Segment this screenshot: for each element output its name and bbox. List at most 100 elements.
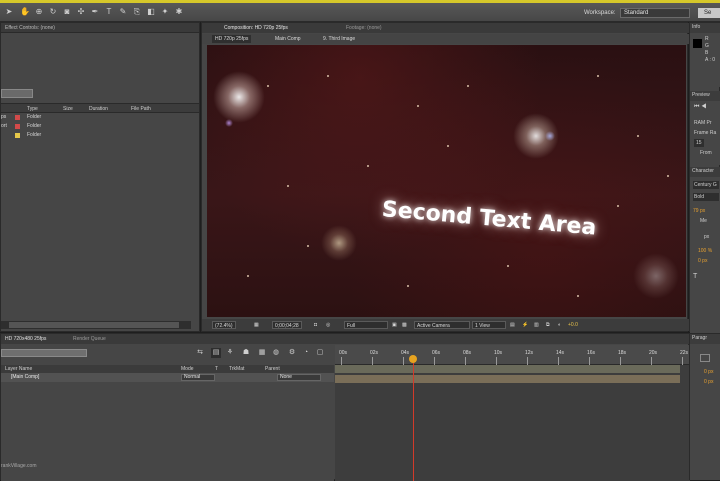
timeline-search-input[interactable] — [1, 349, 87, 357]
paragraph-panel: Paragr 0 px 0 px — [689, 333, 720, 480]
rotate-tool-icon[interactable]: ↻ — [48, 7, 58, 17]
composition-viewer[interactable]: Second Text Area — [207, 45, 686, 317]
column-t[interactable]: T — [215, 366, 218, 372]
column-file-path[interactable]: File Path — [131, 106, 151, 112]
magnification-select[interactable]: (72.4%) — [212, 321, 236, 329]
exposure-icon[interactable]: ◐ — [558, 322, 561, 328]
graph-editor-icon[interactable]: ◔ — [301, 348, 311, 358]
view-layout-select[interactable]: 1 View — [472, 321, 506, 329]
project-item[interactable]: Folder — [1, 131, 189, 140]
vertical-scale-value[interactable]: 100 % — [698, 247, 712, 255]
ruler-tick-label: 00s — [339, 350, 348, 356]
project-search-input[interactable] — [1, 89, 33, 98]
kerning-value[interactable]: Me — [700, 217, 707, 225]
effect-controls-tab[interactable]: Effect Controls: (none) — [1, 23, 199, 33]
resolution-select[interactable]: Full — [344, 321, 388, 329]
faux-bold-icon[interactable]: T — [693, 273, 697, 281]
toggle-pixel-aspect-icon[interactable]: ▤ — [510, 322, 515, 328]
tab-footage[interactable]: Footage: (none) — [346, 25, 382, 31]
project-scrollbar[interactable] — [1, 321, 191, 329]
auto-keyframe-icon[interactable]: ▢ — [315, 348, 325, 358]
project-item[interactable]: ps Folder — [1, 113, 189, 122]
preview-controls-icon[interactable]: ⏮ ◀ — [694, 103, 706, 111]
font-family-select[interactable]: Century G — [693, 181, 719, 189]
roto-tool-icon[interactable]: ✦ — [160, 7, 170, 17]
viewer-text-layer[interactable]: Second Text Area — [381, 197, 597, 241]
show-channel-icon[interactable]: ◎ — [326, 322, 330, 328]
brush-tool-icon[interactable]: ✎ — [118, 7, 128, 17]
text-tool-icon[interactable]: T — [104, 7, 114, 17]
draft-3d-icon[interactable]: ⚘ — [225, 348, 235, 358]
tab-character[interactable]: Character — [690, 167, 720, 177]
project-item[interactable]: ort Folder — [1, 122, 189, 131]
grid-icon[interactable]: ▦ — [254, 322, 259, 328]
comp-mini-flowchart-icon[interactable]: ⇆ — [195, 348, 205, 358]
frame-blending-icon[interactable]: ▦ — [257, 348, 267, 358]
transparency-grid-icon[interactable]: ▩ — [402, 322, 407, 328]
baseline-shift-value[interactable]: 0 px — [698, 257, 707, 265]
layer-mode-select[interactable]: Normal — [181, 374, 215, 381]
layer-name[interactable]: [Main Comp] — [11, 374, 39, 380]
tab-render-queue[interactable]: Render Queue — [73, 336, 106, 342]
timeline-layer-row[interactable]: [Main Comp] Normal None — [1, 373, 334, 382]
ruler-tick-label: 18s — [618, 350, 627, 356]
hide-shy-layers-icon[interactable]: ☗ — [241, 348, 251, 358]
live-update-icon[interactable]: ▤ — [211, 348, 221, 358]
work-area-bar[interactable] — [335, 365, 680, 373]
exposure-value[interactable]: +0.0 — [568, 322, 578, 328]
brainstorm-icon[interactable]: ⚙ — [287, 348, 297, 358]
eraser-tool-icon[interactable]: ◧ — [146, 7, 156, 17]
column-trkmat[interactable]: TrkMat — [229, 366, 244, 372]
column-duration[interactable]: Duration — [89, 106, 108, 112]
tab-preview[interactable]: Preview — [690, 91, 720, 101]
align-left-icon[interactable] — [700, 354, 710, 362]
tab-paragraph[interactable]: Paragr — [690, 334, 720, 344]
frame-rate-value[interactable]: 15 — [694, 139, 704, 147]
column-layer-name[interactable]: Layer Name — [5, 366, 32, 372]
playhead-handle[interactable] — [409, 355, 417, 363]
fast-previews-icon[interactable]: ⚡ — [522, 322, 528, 328]
column-mode[interactable]: Mode — [181, 366, 194, 372]
layer-parent-select[interactable]: None — [277, 374, 321, 381]
time-ruler[interactable]: 00s 02s 04s 06s 08s 10s 12s 14s 16s 18s 20s 22s — [335, 345, 690, 365]
motion-blur-icon[interactable]: ◍ — [271, 348, 281, 358]
clone-tool-icon[interactable]: ⎘ — [132, 7, 142, 17]
scrollbar-thumb[interactable] — [9, 322, 179, 328]
current-time-display[interactable]: 0;00;04;28 — [272, 321, 302, 329]
breadcrumb-item[interactable]: 9. Third Image — [320, 35, 358, 43]
layer-duration-bar[interactable] — [335, 375, 680, 383]
timeline-graph-area[interactable]: 00s 02s 04s 06s 08s 10s 12s 14s 16s 18s 20s 22s — [335, 345, 690, 481]
timeline-icon[interactable]: ▥ — [534, 322, 539, 328]
zoom-tool-icon[interactable]: ⊕ — [34, 7, 44, 17]
region-of-interest-icon[interactable]: ▣ — [392, 322, 397, 328]
stroke-width-value[interactable]: px — [704, 233, 709, 241]
composition-footer: (72.4%) ▦ 0;00;04;28 ◘ ◎ Full ▣ ▩ Active… — [202, 319, 689, 331]
camera-tool-icon[interactable]: ◙ — [62, 7, 72, 17]
pen-tool-icon[interactable]: ✒ — [90, 7, 100, 17]
flowchart-icon[interactable]: ⧉ — [546, 322, 550, 328]
watermark-text: rankVillage.com — [1, 463, 37, 469]
breadcrumb-item[interactable]: Main Comp — [272, 35, 304, 43]
font-style-select[interactable]: Bold — [693, 193, 719, 201]
pan-tool-icon[interactable]: ✣ — [76, 7, 86, 17]
tab-timeline-comp[interactable]: HD 720x480 25fps — [5, 336, 46, 342]
hand-tool-icon[interactable]: ✋ — [20, 7, 30, 17]
workspace-select[interactable]: Standard — [620, 8, 690, 18]
indent-left-value[interactable]: 0 px — [704, 368, 713, 376]
tab-info[interactable]: Info — [690, 23, 720, 33]
arrow-tool-icon[interactable]: ➤ — [4, 7, 14, 17]
current-time-indicator[interactable] — [413, 359, 414, 481]
breadcrumb-item[interactable]: HD 720p 25fps — [212, 35, 252, 43]
puppet-tool-icon[interactable]: ✱ — [174, 7, 184, 17]
font-size-value[interactable]: 79 px — [693, 207, 705, 215]
column-size[interactable]: Size — [63, 106, 73, 112]
project-item-type: Folder — [27, 114, 42, 120]
indent-right-value[interactable]: 0 px — [704, 378, 713, 386]
camera-snapshot-icon[interactable]: ◘ — [314, 322, 317, 328]
tab-composition[interactable]: Composition: HD 720p 25fps — [224, 25, 288, 31]
column-parent[interactable]: Parent — [265, 366, 280, 372]
column-type[interactable]: Type — [27, 106, 38, 112]
camera-view-select[interactable]: Active Camera — [414, 321, 470, 329]
particle — [597, 75, 599, 77]
search-help-input[interactable]: Se — [698, 8, 720, 18]
